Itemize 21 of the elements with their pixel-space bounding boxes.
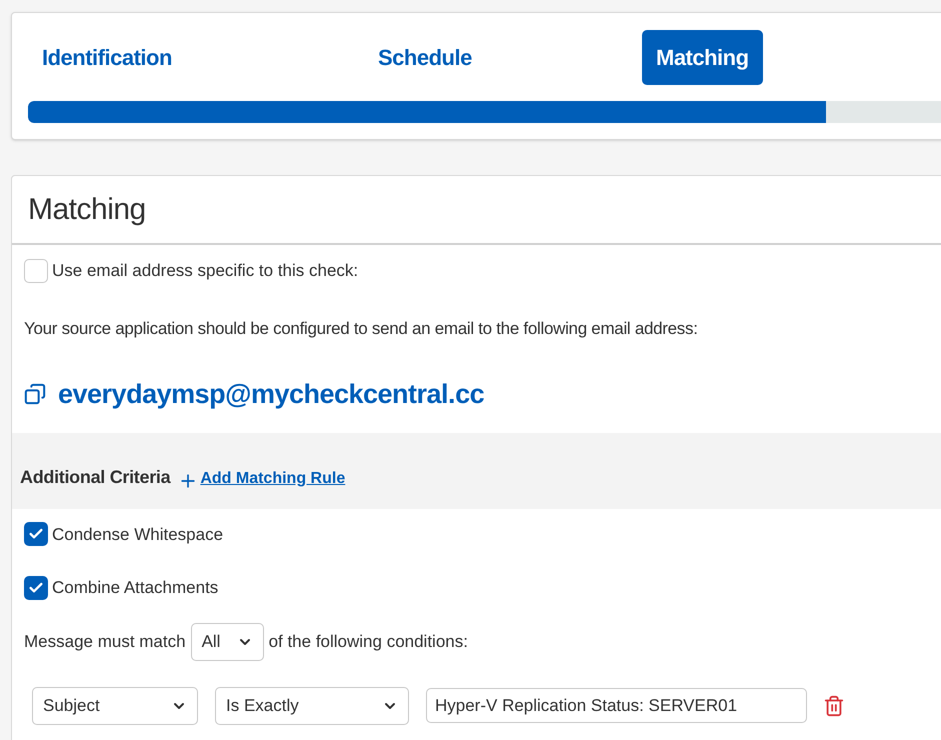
step-tab[interactable]: Identification <box>28 30 186 84</box>
match-label: Message must match <box>24 630 186 653</box>
select-dropdown[interactable]: All <box>190 622 264 660</box>
checkbox-label: Use email address specific to this check: <box>52 260 358 282</box>
copy-icon[interactable] <box>24 383 46 406</box>
email-address: everydaymsp@mycheckcentral.cc <box>58 378 484 411</box>
select-dropdown[interactable]: Is Exactly <box>215 686 409 724</box>
checkbox-label: Condense Whitespace <box>52 524 224 546</box>
add-rule-link[interactable]: Add Matching Rule <box>200 466 346 490</box>
step-tab[interactable]: Matching <box>642 30 763 84</box>
match-label: of the following conditions: <box>268 630 468 653</box>
checkbox-label: Combine Attachments <box>52 577 218 599</box>
checkbox[interactable] <box>24 576 48 600</box>
condition-value-field[interactable]: Hyper-V Replication Status: SERVER01 <box>426 688 807 723</box>
step-tab[interactable]: Schedule <box>364 30 486 84</box>
checkbox[interactable] <box>24 522 48 546</box>
select-dropdown[interactable]: Subject <box>32 686 198 724</box>
panel-title: Matching <box>28 192 146 228</box>
trash-icon[interactable] <box>823 694 845 716</box>
criteria-title: Additional Criteria <box>20 466 170 488</box>
instructions-text: Your source application should be configured to send an email to the following email address: <box>23 318 699 340</box>
